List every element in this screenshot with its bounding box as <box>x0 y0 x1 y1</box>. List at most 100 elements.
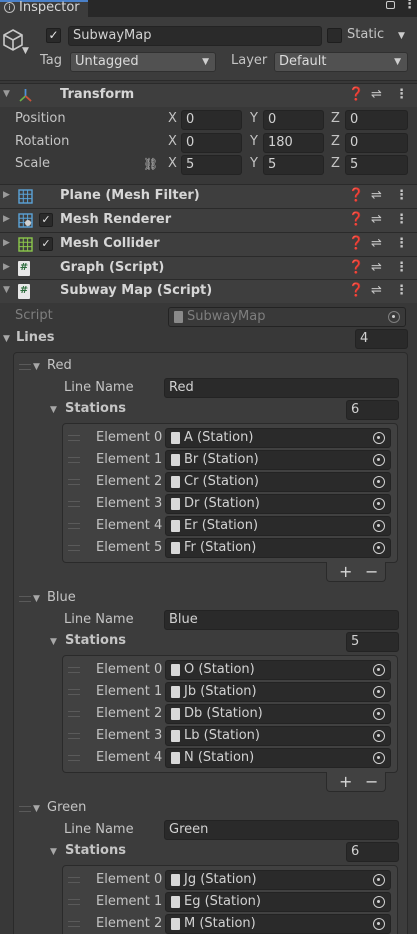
green-line-name-field[interactable]: Green <box>164 820 399 840</box>
transform-header[interactable]: ▼ Transform ❓ ⇌ ⋮ <box>0 83 417 107</box>
drag-handle[interactable] <box>68 501 80 507</box>
blue-stations-label[interactable]: Stations <box>65 633 126 648</box>
help-icon[interactable]: ❓ <box>348 188 364 203</box>
red-element-field[interactable]: Fr (Station) <box>165 538 391 558</box>
blue-element-field[interactable]: O (Station) <box>165 660 391 680</box>
lines-label[interactable]: Lines <box>16 330 55 345</box>
mesh-renderer-header[interactable]: ▶ ✓ Mesh Renderer ❓ ⇌ ⋮ <box>0 208 417 232</box>
drag-handle[interactable] <box>68 877 80 883</box>
preset-icon[interactable]: ⇌ <box>371 236 382 251</box>
green-stations-label[interactable]: Stations <box>65 843 126 858</box>
help-icon[interactable]: ❓ <box>348 236 364 251</box>
drag-handle[interactable] <box>68 899 80 905</box>
drag-handle[interactable] <box>19 806 31 812</box>
rotation-z-field[interactable]: 0 <box>345 133 408 153</box>
object-picker-icon[interactable] <box>373 752 385 764</box>
object-picker-icon[interactable] <box>373 476 385 488</box>
add-element-button[interactable]: + <box>339 562 352 581</box>
enabled-checkbox[interactable]: ✓ <box>39 213 53 227</box>
red-line-name-field[interactable]: Red <box>164 378 399 398</box>
context-menu-icon[interactable]: ⋮ <box>395 87 408 102</box>
rotation-x-label[interactable]: X <box>168 134 177 149</box>
object-picker-icon[interactable] <box>373 454 385 466</box>
red-element-field[interactable]: Dr (Station) <box>165 494 391 514</box>
drag-handle[interactable] <box>68 667 80 673</box>
add-element-button[interactable]: + <box>339 772 352 791</box>
object-picker-icon[interactable] <box>373 686 385 698</box>
rotation-y-field[interactable]: 180 <box>263 133 324 153</box>
green-element-field[interactable]: Jg (Station) <box>165 870 391 890</box>
object-picker-icon[interactable] <box>373 432 385 444</box>
enabled-checkbox[interactable]: ✓ <box>39 237 53 251</box>
object-picker-icon[interactable] <box>373 896 385 908</box>
object-picker-icon[interactable] <box>373 918 385 930</box>
drag-handle[interactable] <box>19 364 31 370</box>
help-icon[interactable]: ❓ <box>348 212 364 227</box>
blue-element-field[interactable]: Jb (Station) <box>165 682 391 702</box>
drag-handle[interactable] <box>68 689 80 695</box>
help-icon[interactable]: ❓ <box>348 260 364 275</box>
remove-element-button[interactable]: − <box>365 772 378 791</box>
preset-icon[interactable]: ⇌ <box>371 260 382 275</box>
drag-handle[interactable] <box>19 596 31 602</box>
lines-count-field[interactable]: 4 <box>355 329 408 349</box>
drag-handle[interactable] <box>68 733 80 739</box>
drag-handle[interactable] <box>68 711 80 717</box>
help-icon[interactable]: ❓ <box>348 87 364 102</box>
layer-dropdown[interactable]: Default ▼ <box>274 52 408 72</box>
context-menu-icon[interactable]: ⋮ <box>395 260 408 275</box>
preset-icon[interactable]: ⇌ <box>371 212 382 227</box>
mesh-collider-header[interactable]: ▶ ✓ Mesh Collider ❓ ⇌ ⋮ <box>0 232 417 256</box>
context-menu-icon[interactable]: ⋮ <box>395 188 408 203</box>
blue-fold-arrow[interactable]: ▼ <box>33 594 40 604</box>
position-y-field[interactable]: 0 <box>263 110 324 130</box>
scale-x-label[interactable]: X <box>168 156 177 171</box>
tab-menu-icon[interactable]: ⋮ <box>403 0 416 12</box>
scale-x-field[interactable]: 5 <box>181 155 242 175</box>
object-picker-icon[interactable] <box>373 520 385 532</box>
green-stations-fold-arrow[interactable]: ▼ <box>50 847 57 857</box>
blue-element-field[interactable]: Db (Station) <box>165 704 391 724</box>
object-picker-icon[interactable] <box>373 708 385 720</box>
help-icon[interactable]: ❓ <box>348 283 364 298</box>
active-checkbox[interactable]: ✓ <box>46 28 61 43</box>
subway-map-script-header[interactable]: ▼ # Subway Map (Script) ❓ ⇌ ⋮ <box>0 279 417 303</box>
red-element-field[interactable]: Er (Station) <box>165 516 391 536</box>
context-menu-icon[interactable]: ⋮ <box>395 236 408 251</box>
context-menu-icon[interactable]: ⋮ <box>395 283 408 298</box>
rotation-y-label[interactable]: Y <box>250 134 258 149</box>
constrain-proportions-icon[interactable]: ⛓ <box>143 157 158 171</box>
blue-stations-fold-arrow[interactable]: ▼ <box>50 637 57 647</box>
position-z-field[interactable]: 0 <box>345 110 408 130</box>
blue-line-name-field[interactable]: Blue <box>164 610 399 630</box>
object-picker-icon[interactable] <box>373 874 385 886</box>
drag-handle[interactable] <box>68 755 80 761</box>
preset-icon[interactable]: ⇌ <box>371 188 382 203</box>
scale-y-label[interactable]: Y <box>250 156 258 171</box>
red-stations-label[interactable]: Stations <box>65 401 126 416</box>
rotation-z-label[interactable]: Z <box>331 134 340 149</box>
static-checkbox[interactable] <box>327 28 342 43</box>
red-stations-count-field[interactable]: 6 <box>346 400 399 420</box>
context-menu-icon[interactable]: ⋮ <box>395 212 408 227</box>
graph-script-header[interactable]: ▶ # Graph (Script) ❓ ⇌ ⋮ <box>0 256 417 280</box>
scale-z-field[interactable]: 5 <box>345 155 408 175</box>
blue-stations-count-field[interactable]: 5 <box>346 632 399 652</box>
red-element-field[interactable]: Cr (Station) <box>165 472 391 492</box>
scale-y-field[interactable]: 5 <box>263 155 324 175</box>
green-element-field[interactable]: Eg (Station) <box>165 892 391 912</box>
rotation-x-field[interactable]: 0 <box>181 133 242 153</box>
lock-icon[interactable] <box>386 1 395 9</box>
drag-handle[interactable] <box>68 479 80 485</box>
position-z-label[interactable]: Z <box>331 111 340 126</box>
scale-z-label[interactable]: Z <box>331 156 340 171</box>
green-line-header[interactable]: Green <box>47 800 86 815</box>
drag-handle[interactable] <box>68 435 80 441</box>
red-line-header[interactable]: Red <box>47 358 72 373</box>
object-picker-icon[interactable] <box>373 664 385 676</box>
preset-icon[interactable]: ⇌ <box>371 283 382 298</box>
red-fold-arrow[interactable]: ▼ <box>33 362 40 372</box>
position-x-label[interactable]: X <box>168 111 177 126</box>
lines-fold-arrow[interactable]: ▼ <box>3 334 10 344</box>
tag-dropdown[interactable]: Untagged ▼ <box>70 52 216 72</box>
